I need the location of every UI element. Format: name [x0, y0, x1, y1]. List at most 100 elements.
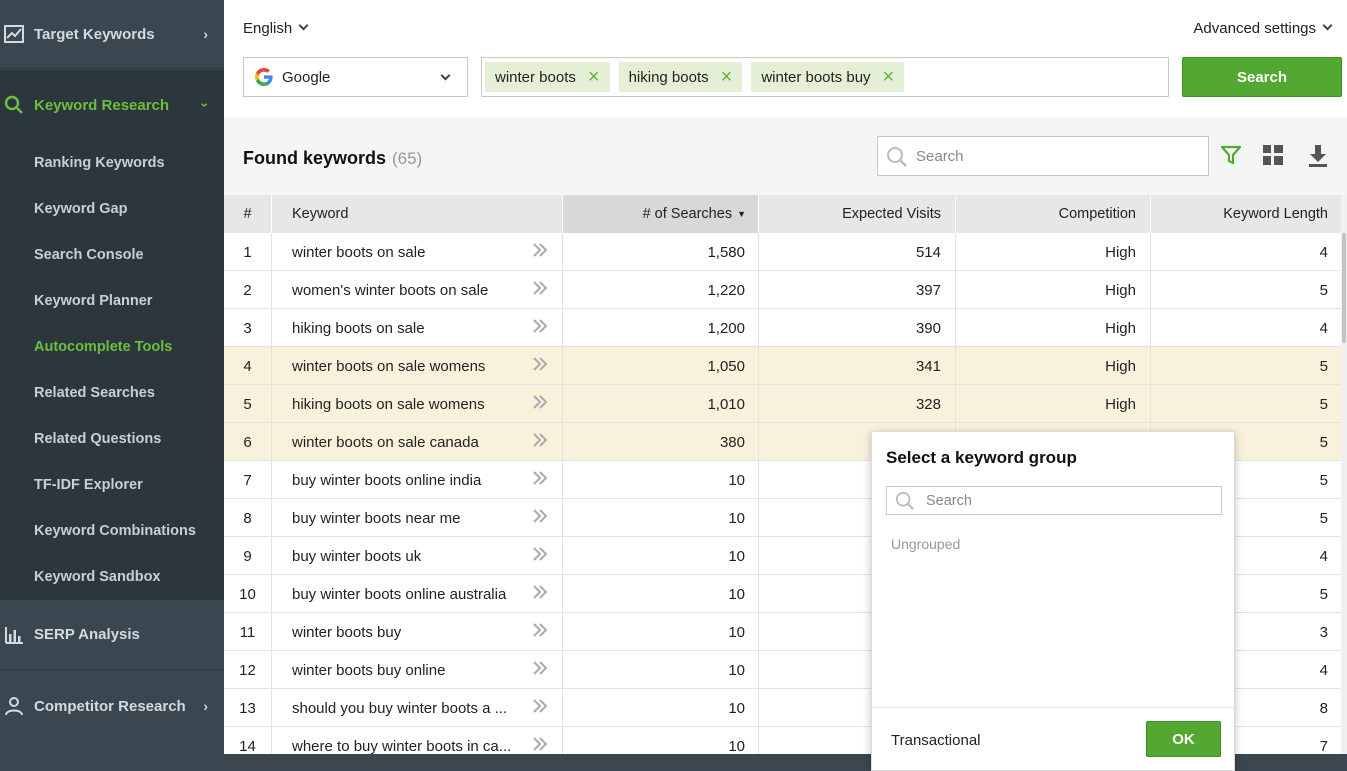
cell-searches: 1,580 [563, 233, 759, 271]
keyword-text: where to buy winter boots in ca... [292, 737, 512, 755]
table-search-input[interactable]: Search [877, 136, 1209, 176]
results-toolbar: Found keywords (65) Search [224, 117, 1347, 195]
search-icon [895, 491, 915, 515]
sidebar-item-keyword-gap[interactable]: Keyword Gap [34, 201, 127, 217]
sidebar-item-keyword-planner[interactable]: Keyword Planner [34, 293, 152, 309]
keyword-tags-input[interactable]: winter boots × hiking boots × winter boo… [481, 57, 1169, 97]
column-header-keyword-length[interactable]: Keyword Length [1151, 195, 1341, 233]
cell-expected-visits: 397 [759, 271, 956, 309]
table-row[interactable]: 2 women's winter boots on sale 1,220 397 Hig… [224, 271, 1341, 309]
column-header-expected-visits[interactable]: Expected Visits [759, 195, 956, 233]
group-option-ungrouped[interactable]: Ungrouped [891, 536, 960, 552]
cell-expected-visits: 341 [759, 347, 956, 385]
keyword-text: buy winter boots online australia [292, 585, 507, 603]
keyword-chip: winter boots × [485, 62, 610, 92]
close-icon[interactable]: × [721, 67, 733, 87]
sidebar-section-keyword-research[interactable]: Keyword Research › [0, 70, 224, 140]
keyword-chip-label: winter boots [495, 68, 576, 86]
filter-icon[interactable] [1220, 144, 1242, 169]
table-scrollbar-thumb[interactable] [1342, 233, 1346, 343]
popup-search-input[interactable]: Search [886, 486, 1222, 515]
cell-keyword: winter boots buy [272, 613, 563, 651]
cell-keyword: winter boots on sale womens [272, 347, 563, 385]
cell-keyword: where to buy winter boots in ca... [272, 727, 563, 754]
sidebar-item-search-console[interactable]: Search Console [34, 247, 144, 263]
grid-view-icon[interactable] [1262, 144, 1284, 169]
chevron-right-icon: › [203, 26, 208, 42]
cell-number: 10 [224, 575, 272, 613]
sidebar-item-keyword-sandbox[interactable]: Keyword Sandbox [34, 569, 161, 585]
sidebar-section-target-keywords[interactable]: Target Keywords › [0, 0, 224, 69]
ok-button[interactable]: OK [1146, 721, 1221, 757]
double-chevron-right-icon[interactable] [532, 471, 548, 489]
sort-desc-icon: ▼ [737, 209, 746, 219]
popup-footer: Transactional OK [872, 707, 1234, 771]
cell-number: 14 [224, 727, 272, 754]
user-icon [4, 696, 24, 716]
sidebar: Target Keywords › Keyword Research › Ran… [0, 0, 224, 771]
double-chevron-right-icon[interactable] [532, 319, 548, 337]
double-chevron-right-icon[interactable] [532, 547, 548, 565]
double-chevron-right-icon[interactable] [532, 623, 548, 641]
search-icon [886, 146, 908, 172]
sidebar-section-competitor-research[interactable]: Competitor Research › [0, 671, 224, 741]
cell-keyword-length: 5 [1319, 357, 1328, 375]
cell-searches: 10 [563, 499, 759, 537]
cell-keyword: winter boots on sale canada [272, 423, 563, 461]
double-chevron-right-icon[interactable] [532, 737, 548, 754]
cell-number: 8 [224, 499, 272, 537]
cell-searches: 10 [563, 651, 759, 689]
sidebar-item-keyword-combinations[interactable]: Keyword Combinations [34, 523, 196, 539]
search-button[interactable]: Search [1182, 57, 1342, 97]
keyword-text: hiking boots on sale [292, 319, 425, 337]
keyword-chip-label: winter boots buy [761, 68, 871, 86]
double-chevron-right-icon[interactable] [532, 433, 548, 451]
new-group-input[interactable]: Transactional [891, 732, 981, 749]
download-icon[interactable] [1307, 144, 1329, 171]
keyword-chip-label: hiking boots [628, 68, 709, 86]
advanced-settings-dropdown[interactable]: Advanced settings [1193, 20, 1333, 37]
sidebar-item-related-searches[interactable]: Related Searches [34, 385, 155, 401]
double-chevron-right-icon[interactable] [532, 509, 548, 527]
cell-number: 13 [224, 689, 272, 727]
table-row[interactable]: 4 winter boots on sale womens 1,050 341 High… [224, 347, 1341, 385]
sidebar-item-related-questions[interactable]: Related Questions [34, 431, 161, 447]
keyword-text: buy winter boots online india [292, 471, 482, 489]
language-dropdown[interactable]: English [243, 20, 309, 37]
table-row[interactable]: 1 winter boots on sale 1,580 514 High 4 [224, 233, 1341, 271]
table-row[interactable]: 5 hiking boots on sale womens 1,010 328 High… [224, 385, 1341, 423]
table-row[interactable]: 3 hiking boots on sale 1,200 390 High 4 [224, 309, 1341, 347]
keyword-text: winter boots on sale canada [292, 433, 479, 451]
double-chevron-right-icon[interactable] [532, 699, 548, 717]
keyword-chip: hiking boots × [618, 62, 743, 92]
double-chevron-right-icon[interactable] [532, 395, 548, 413]
cell-searches: 10 [563, 689, 759, 727]
sidebar-section-serp-analysis[interactable]: SERP Analysis [0, 600, 224, 670]
search-engine-select[interactable]: Google [243, 57, 468, 97]
cell-keyword: buy winter boots near me [272, 499, 563, 537]
cell-expected-visits: 390 [759, 309, 956, 347]
double-chevron-right-icon[interactable] [532, 661, 548, 679]
column-header-competition[interactable]: Competition [956, 195, 1151, 233]
cell-keyword-length: 4 [1319, 319, 1328, 337]
double-chevron-right-icon[interactable] [532, 243, 548, 261]
column-header-keyword[interactable]: Keyword [272, 195, 563, 233]
close-icon[interactable]: × [588, 67, 600, 87]
keyword-text: hiking boots on sale womens [292, 395, 485, 413]
sidebar-item-ranking-keywords[interactable]: Ranking Keywords [34, 155, 165, 171]
column-header-number[interactable]: # [224, 195, 272, 233]
chevron-right-icon: › [203, 698, 208, 714]
cell-competition: High [956, 271, 1151, 309]
double-chevron-right-icon[interactable] [532, 357, 548, 375]
close-icon[interactable]: × [883, 67, 895, 87]
sidebar-item-tf-idf-explorer[interactable]: TF-IDF Explorer [34, 477, 143, 493]
cell-number: 9 [224, 537, 272, 575]
sidebar-item-autocomplete-tools[interactable]: Autocomplete Tools [34, 339, 172, 355]
double-chevron-right-icon[interactable] [532, 585, 548, 603]
cell-competition: High [956, 385, 1151, 423]
search-engine-label: Google [282, 68, 331, 86]
table-header: # Keyword # of Searches ▼ Expected Visit… [224, 195, 1341, 233]
double-chevron-right-icon[interactable] [532, 281, 548, 299]
column-header-searches[interactable]: # of Searches ▼ [563, 195, 759, 233]
column-header-label: # of Searches [642, 206, 733, 222]
